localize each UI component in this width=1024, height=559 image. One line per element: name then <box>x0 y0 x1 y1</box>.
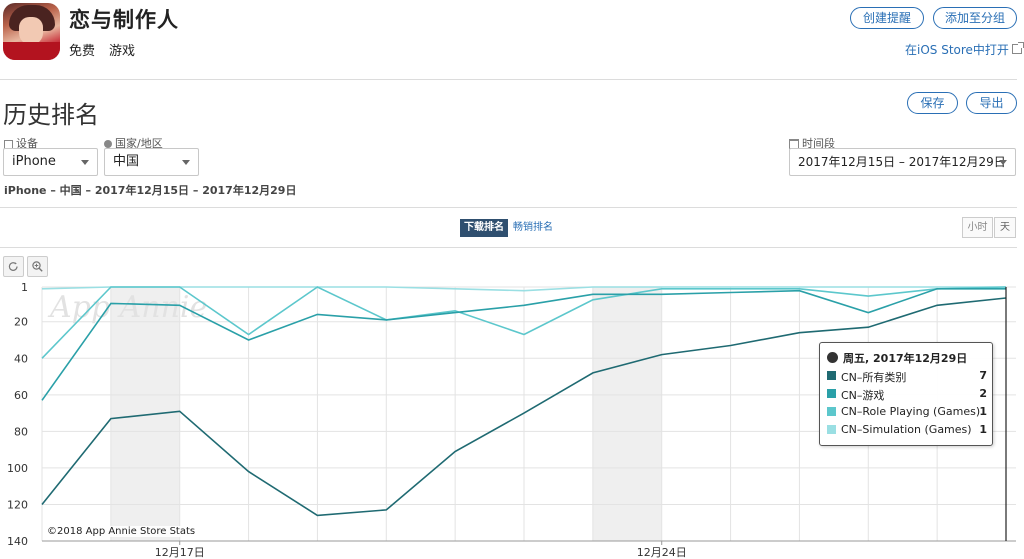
y-tick-label: 60 <box>14 389 28 402</box>
granularity-day-button[interactable]: 天 <box>994 217 1016 238</box>
tooltip-header: 周五, 2017年12月29日 <box>827 350 967 366</box>
series-swatch <box>827 371 836 380</box>
chevron-down-icon <box>182 160 190 165</box>
reset-zoom-button[interactable] <box>3 256 24 277</box>
save-button[interactable]: 保存 <box>907 92 958 114</box>
y-tick-label: 40 <box>14 352 28 365</box>
device-select[interactable]: iPhone <box>3 148 98 176</box>
series-swatch <box>827 407 836 416</box>
chart-tooltip: 周五, 2017年12月29日 CN–所有类别 7 CN–游戏 2 CN–Role … <box>819 342 993 446</box>
x-tick-label: 12月24日 <box>637 546 687 559</box>
tooltip-series-value: 7 <box>979 369 987 382</box>
weekend-band <box>592 287 662 541</box>
tooltip-series-name: CN–Role Playing (Games) <box>841 405 981 418</box>
tooltip-row: CN–所有类别 7 <box>827 369 987 384</box>
tooltip-series-name: CN–Simulation (Games) <box>841 423 972 436</box>
chart-subtitle: iPhone – 中国 – 2017年12月15日 – 2017年12月29日 <box>4 184 297 197</box>
open-in-ios-store-link[interactable]: 在iOS Store中打开 <box>905 41 1024 58</box>
app-icon <box>3 3 60 60</box>
x-tick-label: 12月17日 <box>155 546 205 559</box>
weekend-band <box>110 287 180 541</box>
export-button[interactable]: 导出 <box>966 92 1017 114</box>
chevron-down-icon <box>81 160 89 165</box>
divider <box>0 207 1017 208</box>
tooltip-row: CN–Simulation (Games) 1 <box>827 423 987 437</box>
section-title: 历史排名 <box>3 101 99 129</box>
app-title: 恋与制作人 <box>69 8 179 32</box>
series-swatch <box>827 425 836 434</box>
undo-icon <box>8 262 18 271</box>
chevron-down-icon <box>999 160 1007 165</box>
divider <box>0 79 1017 80</box>
globe-icon <box>827 352 838 363</box>
tab-grossing-rank[interactable]: 畅销排名 <box>513 219 553 237</box>
period-select[interactable]: 2017年12月15日 – 2017年12月29日 <box>789 148 1016 176</box>
country-select[interactable]: 中国 <box>104 148 199 176</box>
external-link-icon <box>1011 42 1024 54</box>
country-select-value: 中国 <box>113 154 140 169</box>
tooltip-series-name: CN–游戏 <box>841 389 885 402</box>
period-select-value: 2017年12月15日 – 2017年12月29日 <box>798 155 1006 169</box>
device-select-value: iPhone <box>12 154 56 169</box>
create-alert-button[interactable]: 创建提醒 <box>850 7 924 29</box>
series-swatch <box>827 389 836 398</box>
y-tick-label: 120 <box>7 498 28 511</box>
y-tick-label: 100 <box>7 462 28 475</box>
tooltip-series-value: 1 <box>979 423 987 436</box>
y-tick-label: 1 <box>21 281 28 294</box>
zoom-button[interactable] <box>27 256 48 277</box>
add-to-group-button[interactable]: 添加至分组 <box>933 7 1017 29</box>
y-tick-label: 140 <box>7 535 28 548</box>
globe-icon <box>104 140 112 148</box>
app-category: 游戏 <box>109 44 136 59</box>
tooltip-row: CN–游戏 2 <box>827 387 987 402</box>
tooltip-row: CN–Role Playing (Games) 1 <box>827 405 987 419</box>
divider <box>0 247 1017 248</box>
open-in-ios-store-label: 在iOS Store中打开 <box>905 43 1009 57</box>
zoom-in-icon <box>32 261 43 272</box>
y-tick-label: 80 <box>14 425 28 438</box>
granularity-hour-button[interactable]: 小时 <box>962 217 993 238</box>
tooltip-series-name: CN–所有类别 <box>841 371 907 384</box>
y-tick-label: 20 <box>14 316 28 329</box>
tooltip-series-value: 1 <box>979 405 987 418</box>
app-price: 免费 <box>69 44 96 59</box>
tooltip-series-value: 2 <box>979 387 987 400</box>
tab-download-rank[interactable]: 下载排名 <box>460 219 508 237</box>
copyright: ©2018 App Annie Store Stats <box>45 526 198 537</box>
tooltip-date: 周五, 2017年12月29日 <box>843 352 968 365</box>
